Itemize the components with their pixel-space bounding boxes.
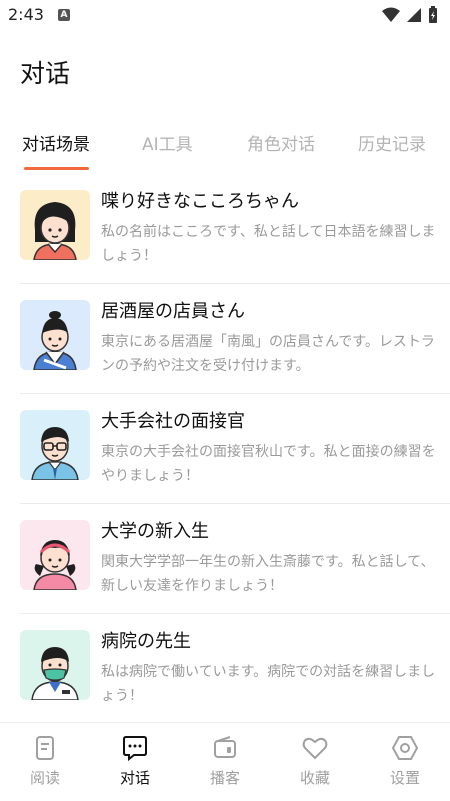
battery-icon [429,6,437,23]
nav-label: 阅读 [29,769,60,787]
status-time: 2:43 [8,5,44,24]
interviewer-avatar-icon [20,410,90,480]
nav-label: 设置 [389,769,420,787]
book-icon [36,736,54,760]
notification-icon: A [58,9,70,21]
list-item[interactable]: 病院の先生 私は病院で働いています。病院での対話を練習しましょう！ [0,614,450,724]
settings-icon [392,736,418,760]
heart-icon [302,737,328,760]
list-item[interactable]: 居酒屋の店員さん 東京にある居酒屋「南風」の店員さんです。レストランの予約や注文… [0,284,450,394]
girl-avatar-icon [20,190,90,260]
nav-label: 收藏 [299,769,330,787]
nav-label: 对话 [119,769,150,787]
status-icons [382,6,438,24]
signal-icon [407,8,421,22]
conversation-title: 喋り好きなこころちゃん [101,191,299,212]
tab-ai-tools[interactable]: AI工具 [142,130,193,155]
nav-item-favorites[interactable]: 收藏 [270,723,360,801]
nav-label: 播客 [209,769,240,787]
bottom-nav: 阅读 对话 播客 收藏 设置 [0,722,450,801]
wifi-icon [382,7,400,22]
nav-item-podcast[interactable]: 播客 [180,723,270,801]
nav-item-chat[interactable]: 对话 [90,723,180,801]
status-bar: 2:43 A [0,0,450,30]
chat-icon [123,736,147,761]
nav-item-settings[interactable]: 设置 [360,723,450,801]
doctor-avatar-icon [20,630,90,700]
student-avatar-icon [20,520,90,590]
conversation-title: 病院の先生 [101,631,191,652]
conversation-description: 関東大学学部一年生の新入生斎藤です。私と話して、新しい友達を作りましょう！ [101,554,435,594]
podcast-icon [214,736,236,758]
page-title: 对话 [20,59,71,88]
conversation-title: 居酒屋の店員さん [101,301,245,322]
conversation-description: 東京にある居酒屋「南風」の店員さんです。レストランの予約や注文を受け付けます。 [101,334,435,374]
tab-scenes[interactable]: 对话场景 [22,130,90,155]
nav-item-reading[interactable]: 阅读 [0,723,90,801]
list-item[interactable]: 大学の新入生 関東大学学部一年生の新入生斎藤です。私と話して、新しい友達を作りま… [0,504,450,614]
tab-history[interactable]: 历史记录 [358,130,426,155]
tab-role-chat[interactable]: 角色对话 [247,130,315,155]
waiter-avatar-icon [20,300,90,370]
conversation-description: 私の名前はこころです、私と話して日本語を練習しましょう！ [101,224,436,264]
conversation-description: 東京の大手会社の面接官秋山です。私と面接の練習をやりましょう！ [101,444,436,484]
list-item[interactable]: 喋り好きなこころちゃん 私の名前はこころです、私と話して日本語を練習しましょう！ [0,174,450,284]
conversation-title: 大学の新入生 [101,521,209,542]
conversation-description: 私は病院で働いています。病院での対話を練習しましょう！ [101,664,436,704]
tab-bar: 对话场景 AI工具 角色对话 历史记录 [0,124,450,174]
active-tab-indicator [24,167,89,170]
conversation-title: 大手会社の面接官 [101,411,245,432]
list-item[interactable]: 大手会社の面接官 東京の大手会社の面接官秋山です。私と面接の練習をやりましょう！ [0,394,450,504]
